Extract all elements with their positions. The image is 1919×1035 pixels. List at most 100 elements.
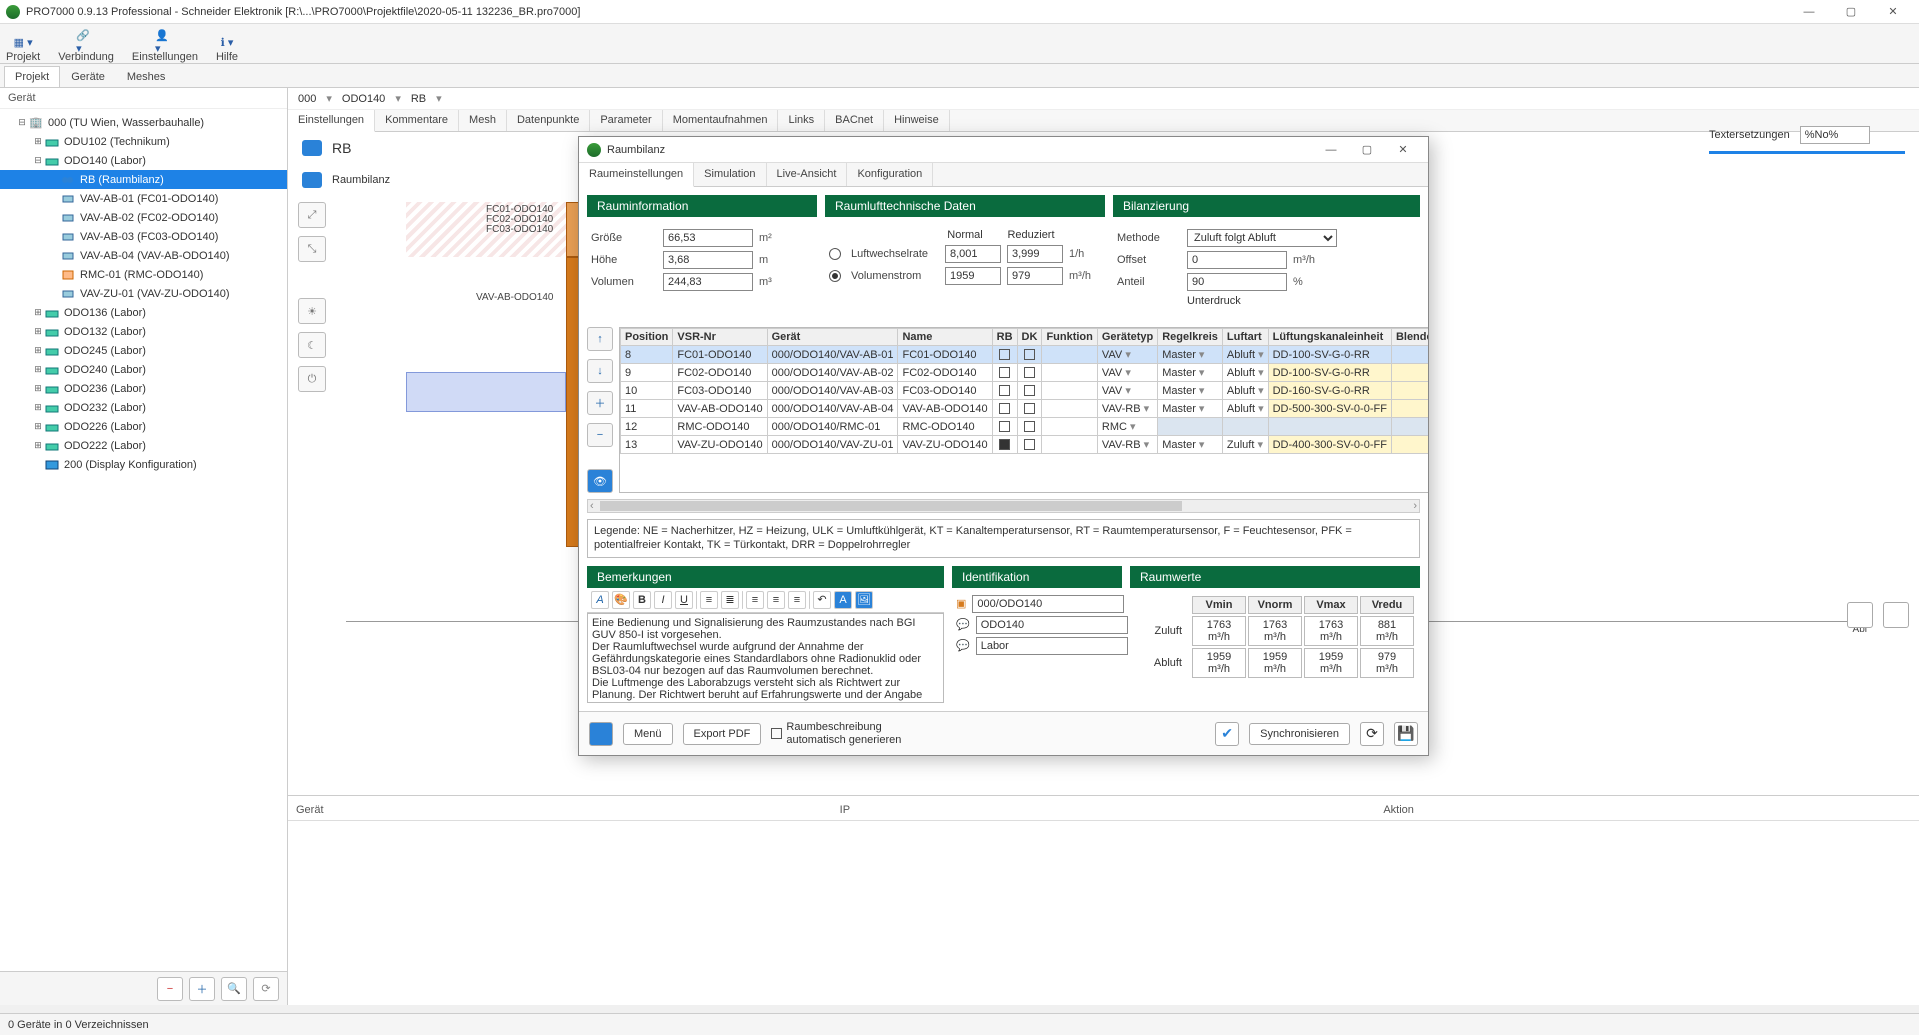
breadcrumb-1[interactable]: ODO140 [342,93,385,105]
tree-node[interactable]: RB (Raumbilanz) [0,170,287,189]
close-button[interactable]: ✕ [1873,1,1913,23]
right-sq-2[interactable] [1883,602,1909,628]
tree-node[interactable]: RMC-01 (RMC-ODO140) [0,265,287,284]
tree-node[interactable]: VAV-AB-01 (FC01-ODO140) [0,189,287,208]
power-button[interactable]: ⏻ [298,366,326,392]
grid-header[interactable]: RB [992,329,1017,346]
tree-node[interactable]: ⊞ODO232 (Labor) [0,398,287,417]
day-mode-button[interactable]: ☀ [298,298,326,324]
tree-node[interactable]: ⊞ODO132 (Labor) [0,322,287,341]
lwr-radio[interactable] [829,248,841,260]
grid-header[interactable]: Gerätetyp [1097,329,1157,346]
ribbon-einstellungen[interactable]: 👤 ▾Einstellungen [132,35,198,63]
ident-path-input[interactable] [972,595,1124,613]
auto-gen-checkbox[interactable]: Raumbeschreibung automatisch generieren [771,721,906,745]
breadcrumb-0[interactable]: 000 [298,93,316,105]
vs-reduz-input[interactable] [1007,267,1063,285]
tree-node[interactable]: VAV-ZU-01 (VAV-ZU-ODO140) [0,284,287,303]
dlgtab-konfiguration[interactable]: Konfiguration [847,163,933,186]
grid-header[interactable]: Funktion [1042,329,1097,346]
ribbon-hilfe[interactable]: ℹ ▾Hilfe [216,35,238,63]
table-row[interactable]: 11VAV-AB-ODO140000/ODO140/VAV-AB-04VAV-A… [621,400,1429,418]
rte-link-button[interactable]: A [834,591,852,609]
checkbox[interactable] [1024,385,1035,396]
row-up-button[interactable]: ↑ [587,327,613,351]
grid-header[interactable]: Luftart [1222,329,1268,346]
dialog-close-button[interactable]: ✕ [1386,139,1420,161]
rte-italic-button[interactable]: I [654,591,672,609]
sync-button[interactable]: Synchronisieren [1249,723,1350,745]
table-row[interactable]: 9FC02-ODO140000/ODO140/VAV-AB-02FC02-ODO… [621,364,1429,382]
export-pdf-button[interactable]: Export PDF [683,723,762,745]
methode-select[interactable]: Zuluft folgt Abluft [1187,229,1337,247]
subtab-mesh[interactable]: Mesh [459,110,507,131]
maximize-button[interactable]: ▢ [1831,1,1871,23]
table-row[interactable]: 13VAV-ZU-ODO140000/ODO140/VAV-ZU-01VAV-Z… [621,436,1429,454]
checkbox[interactable] [999,367,1010,378]
checkbox[interactable] [1024,421,1035,432]
subtab-einstellungen[interactable]: Einstellungen [288,110,375,132]
row-add-button[interactable]: ＋ [587,391,613,415]
grid-header[interactable]: Lüftungskanaleinheit [1268,329,1391,346]
tree-node[interactable]: ⊞ODO136 (Labor) [0,303,287,322]
tree-node[interactable]: VAV-AB-03 (FC03-ODO140) [0,227,287,246]
ident-room-input[interactable] [976,637,1128,655]
subtab-momentaufnahmen[interactable]: Momentaufnahmen [663,110,779,131]
checkbox[interactable] [999,421,1010,432]
hoehe-input[interactable] [663,251,753,269]
lwr-reduz-input[interactable] [1007,245,1063,263]
tree-add-button[interactable]: ＋ [189,977,215,1001]
rte-font-button[interactable]: A [591,591,609,609]
ident-name-input[interactable] [976,616,1128,634]
subtab-links[interactable]: Links [778,110,825,131]
groesse-input[interactable] [663,229,753,247]
dlgtab-simulation[interactable]: Simulation [694,163,766,186]
checkbox[interactable] [1024,367,1035,378]
rte-ul-button[interactable]: ≣ [721,591,739,609]
minimize-button[interactable]: — [1789,1,1829,23]
menu-icon[interactable] [589,722,613,746]
rte-underline-button[interactable]: U [675,591,693,609]
grid-header[interactable]: Position [621,329,673,346]
dlgtab-raumeinstellungen[interactable]: Raumeinstellungen [579,163,694,187]
tree-node[interactable]: ⊞ODO222 (Labor) [0,436,287,455]
grid-h-scrollbar[interactable]: ‹› [587,499,1420,513]
chart-collapse-button[interactable]: ⤡ [298,236,326,262]
tree-node[interactable]: VAV-AB-02 (FC02-ODO140) [0,208,287,227]
rte-bold-button[interactable]: B [633,591,651,609]
tree-node[interactable]: ⊞ODU102 (Technikum) [0,132,287,151]
dialog-minimize-button[interactable]: — [1314,139,1348,161]
chart-expand-button[interactable]: ⤢ [298,202,326,228]
checkbox[interactable] [1024,403,1035,414]
grid-header[interactable]: Blendenfaktor [1391,329,1428,346]
rte-align-right[interactable]: ≡ [788,591,806,609]
grid-header[interactable]: VSR-Nr [673,329,767,346]
menu-button[interactable]: Menü [623,723,673,745]
ribbon-verbindung[interactable]: 🔗 ▾Verbindung [58,35,114,63]
tab-projekt[interactable]: Projekt [4,66,60,87]
tree-node[interactable]: VAV-AB-04 (VAV-AB-ODO140) [0,246,287,265]
tree-node[interactable]: ⊞ODO236 (Labor) [0,379,287,398]
lwr-normal-input[interactable] [945,245,1001,263]
rte-color-button[interactable]: 🎨 [612,591,630,609]
tab-meshes[interactable]: Meshes [116,66,177,87]
checkbox[interactable] [1024,349,1035,360]
table-row[interactable]: 12RMC-ODO140000/ODO140/RMC-01RMC-ODO140R… [621,418,1429,436]
row-remove-button[interactable]: − [587,423,613,447]
checkbox[interactable] [1024,439,1035,450]
grid-header[interactable]: Regelkreis [1158,329,1223,346]
table-row[interactable]: 10FC03-ODO140000/ODO140/VAV-AB-03FC03-OD… [621,382,1429,400]
tree-node[interactable]: ⊞ODO245 (Labor) [0,341,287,360]
offset-input[interactable] [1187,251,1287,269]
row-down-button[interactable]: ↓ [587,359,613,383]
tab-geraete[interactable]: Geräte [60,66,116,87]
tree-node[interactable]: ⊞ODO240 (Labor) [0,360,287,379]
tree-node[interactable]: 200 (Display Konfiguration) [0,455,287,474]
breadcrumb-2[interactable]: RB [411,93,426,105]
foot-sq-1[interactable]: ⟳ [1360,722,1384,746]
grid-header[interactable]: Gerät [767,329,898,346]
right-sq-1[interactable] [1847,602,1873,628]
tree-node[interactable]: ⊟🏢000 (TU Wien, Wasserbauhalle) [0,113,287,132]
rte-undo-button[interactable]: ↶ [813,591,831,609]
tree-search-button[interactable]: 🔍 [221,977,247,1001]
